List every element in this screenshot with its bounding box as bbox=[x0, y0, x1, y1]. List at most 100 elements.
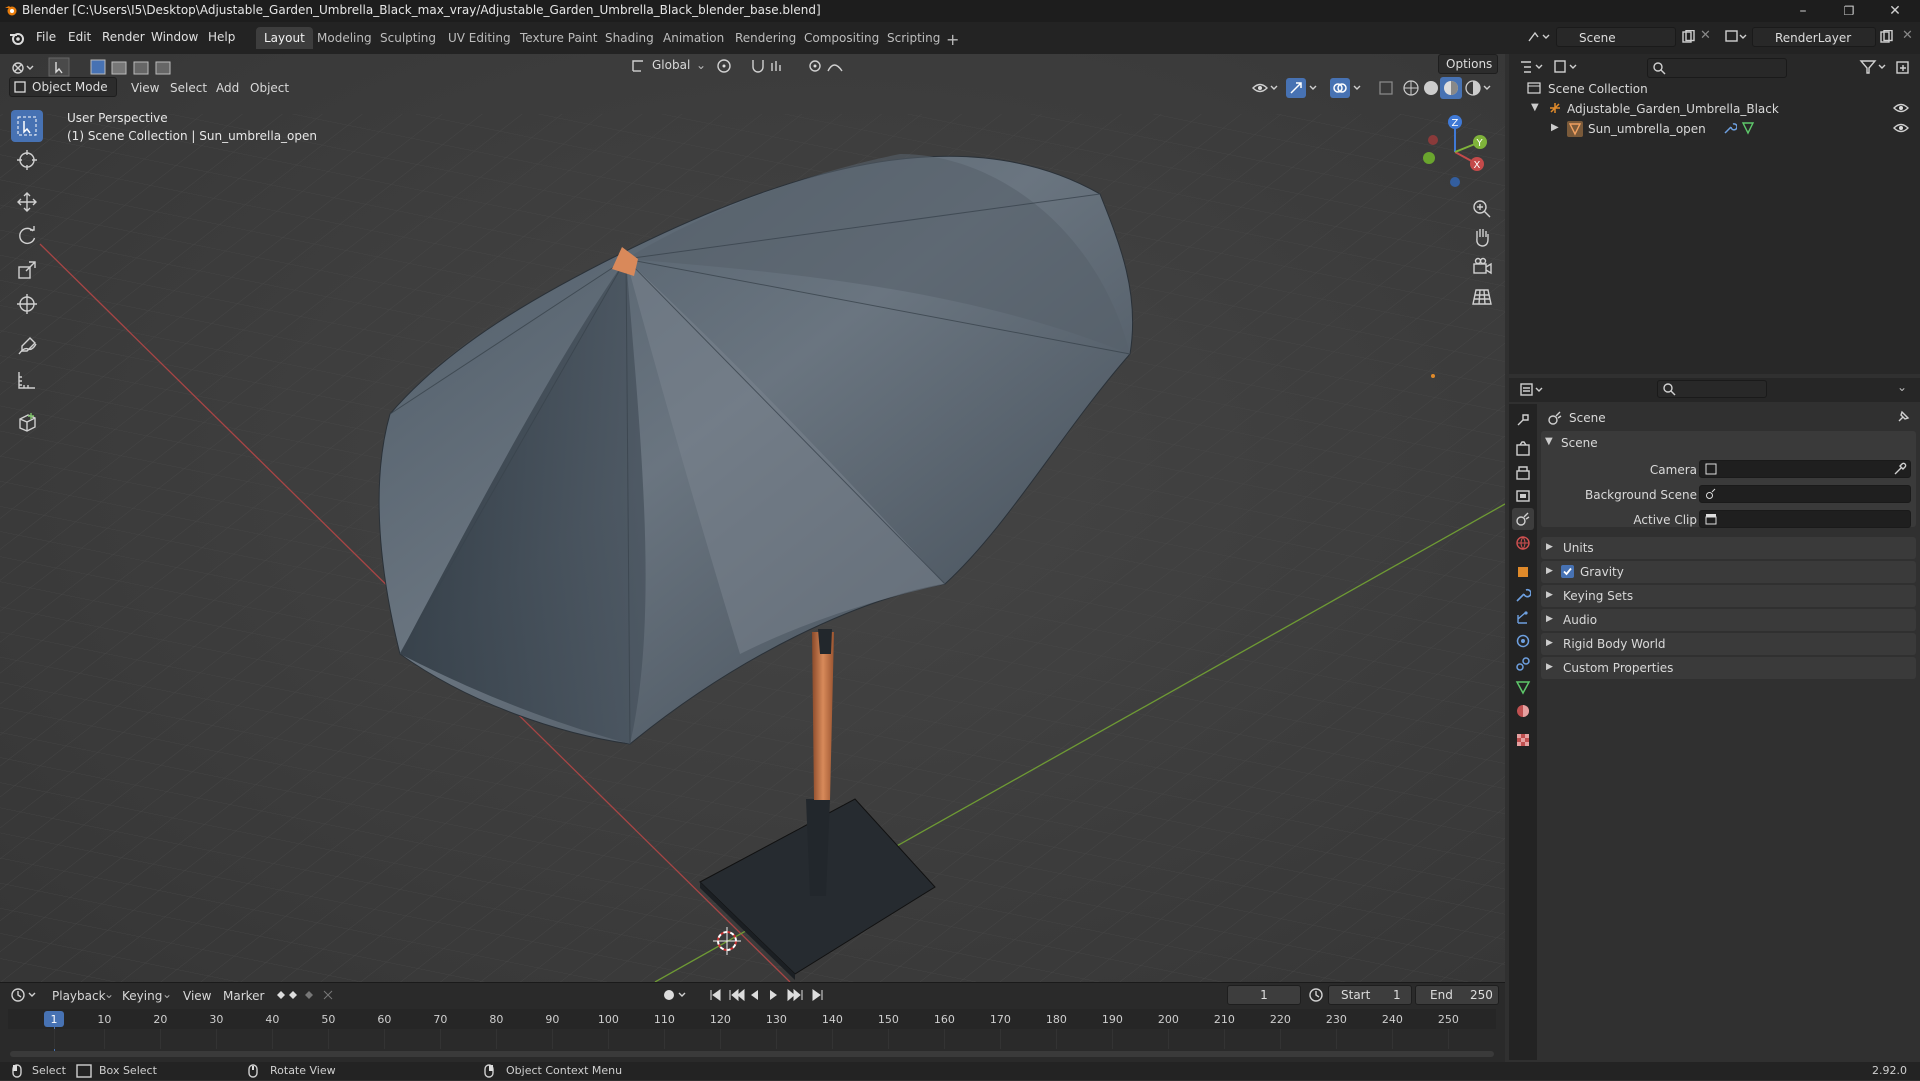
outliner-row-umbrella-collection[interactable]: ▼ Adjustable_Garden_Umbrella_Black bbox=[1527, 99, 1907, 119]
maximize-button[interactable]: ❐ bbox=[1826, 0, 1872, 22]
constraints-tab-icon[interactable] bbox=[1512, 653, 1534, 675]
render-tab-icon[interactable] bbox=[1512, 438, 1534, 460]
overlays-toggle-icon[interactable] bbox=[1330, 78, 1364, 101]
pivot-icon[interactable] bbox=[716, 57, 738, 78]
tab-shading[interactable]: Shading bbox=[597, 27, 662, 49]
new-collection-icon[interactable] bbox=[1895, 59, 1911, 78]
zoom-icon[interactable] bbox=[1471, 198, 1493, 223]
scene-panel-header[interactable]: ▼ Scene bbox=[1541, 431, 1916, 455]
chevron-down-icon[interactable]: ⌄ bbox=[1897, 380, 1907, 394]
shading-material-icon[interactable] bbox=[1440, 77, 1462, 102]
tool-transform[interactable] bbox=[11, 288, 43, 320]
timeline-scrollbar[interactable] bbox=[10, 1051, 1494, 1057]
eye-icon[interactable] bbox=[1893, 121, 1909, 138]
menu-help[interactable]: Help bbox=[202, 28, 241, 46]
expand-arrow-icon[interactable]: ▶ bbox=[1551, 122, 1559, 133]
delete-render-layer-icon[interactable]: ✕ bbox=[1902, 28, 1913, 43]
tool-settings-tab-icon[interactable] bbox=[1512, 409, 1534, 431]
transform-orientation-icon[interactable] bbox=[630, 58, 646, 77]
tab-modeling[interactable]: Modeling bbox=[309, 27, 380, 49]
viewport-menu-view[interactable]: View bbox=[131, 81, 159, 95]
mesh-data-icon[interactable] bbox=[1741, 121, 1755, 138]
units-panel-header[interactable]: ▶ Units bbox=[1541, 537, 1916, 559]
rigid-body-world-panel-header[interactable]: ▶ Rigid Body World bbox=[1541, 633, 1916, 655]
material-tab-icon[interactable] bbox=[1512, 700, 1534, 722]
shading-solid-icon[interactable] bbox=[1422, 79, 1440, 100]
tab-layout[interactable]: Layout bbox=[256, 27, 313, 49]
viewport-scene[interactable] bbox=[0, 54, 1505, 982]
expand-arrow-icon[interactable]: ▼ bbox=[1531, 102, 1539, 113]
outliner-search-input[interactable] bbox=[1647, 58, 1787, 78]
minimize-button[interactable]: – bbox=[1780, 0, 1826, 22]
delete-scene-icon[interactable]: ✕ bbox=[1700, 28, 1711, 43]
shading-rendered-icon[interactable] bbox=[1464, 79, 1494, 100]
camera-view-icon[interactable] bbox=[1471, 256, 1493, 281]
keying-sets-panel-header[interactable]: ▶ Keying Sets bbox=[1541, 585, 1916, 607]
tab-animation[interactable]: Animation bbox=[655, 27, 732, 49]
viewport-menu-add[interactable]: Add bbox=[216, 81, 239, 95]
current-frame-field[interactable]: 1 bbox=[1227, 985, 1301, 1005]
gravity-panel-header[interactable]: ▶ Gravity bbox=[1541, 561, 1916, 583]
options-dropdown[interactable]: Options ⌄ bbox=[1438, 54, 1498, 89]
menu-file[interactable]: File bbox=[30, 28, 62, 46]
background-scene-field[interactable] bbox=[1699, 485, 1911, 503]
particles-tab-icon[interactable] bbox=[1512, 607, 1534, 629]
texture-tab-icon[interactable] bbox=[1512, 729, 1534, 751]
blender-menu-icon[interactable] bbox=[8, 29, 26, 50]
timeline-editor[interactable]: Playback ⌄ Keying ⌄ View Marker 1 Start … bbox=[0, 982, 1505, 1063]
tool-measure[interactable] bbox=[11, 364, 43, 396]
pan-hand-icon[interactable] bbox=[1471, 226, 1493, 251]
close-button[interactable]: ✕ bbox=[1872, 0, 1918, 22]
timeline-menu-keying[interactable]: Keying bbox=[122, 989, 162, 1003]
timeline-menu-marker[interactable]: Marker bbox=[223, 989, 264, 1003]
tab-sculpting[interactable]: Sculpting bbox=[372, 27, 444, 49]
end-frame-field[interactable]: End 250 bbox=[1415, 985, 1499, 1005]
xray-toggle-icon[interactable] bbox=[1378, 80, 1394, 99]
modifier-wrench-icon[interactable] bbox=[1723, 121, 1738, 138]
playback-controls[interactable] bbox=[708, 987, 826, 1006]
tool-move[interactable] bbox=[11, 186, 43, 218]
gizmo-toggle-icon[interactable] bbox=[1286, 78, 1320, 101]
filter-icon[interactable] bbox=[1859, 59, 1889, 78]
navigation-gizmo[interactable]: Z X Y bbox=[1415, 112, 1495, 192]
start-frame-field[interactable]: Start 1 bbox=[1328, 985, 1412, 1005]
timeline-editor-type-icon[interactable] bbox=[10, 987, 38, 1006]
tool-add-cube[interactable] bbox=[11, 406, 43, 438]
world-tab-icon[interactable] bbox=[1512, 532, 1534, 554]
gravity-checkbox[interactable] bbox=[1561, 565, 1574, 578]
properties-editor-type-icon[interactable] bbox=[1519, 382, 1545, 401]
camera-field[interactable] bbox=[1699, 460, 1911, 478]
orientation-dropdown[interactable]: Global bbox=[652, 58, 690, 72]
3d-viewport[interactable]: Global ⌄ Options ⌄ Object Mode View Sele… bbox=[0, 54, 1505, 982]
tab-scripting[interactable]: Scripting bbox=[879, 27, 948, 49]
menu-render[interactable]: Render bbox=[96, 28, 151, 46]
viewport-menu-object[interactable]: Object bbox=[250, 81, 289, 95]
scene-selector[interactable]: Scene bbox=[1556, 27, 1676, 47]
proportional-edit-icon[interactable] bbox=[808, 57, 848, 78]
scene-type-icon[interactable] bbox=[1526, 28, 1550, 49]
render-layer-selector[interactable]: RenderLayer bbox=[1752, 27, 1876, 47]
shading-wireframe-icon[interactable] bbox=[1402, 79, 1420, 100]
tab-texture-paint[interactable]: Texture Paint bbox=[512, 27, 605, 49]
menu-edit[interactable]: Edit bbox=[62, 28, 97, 46]
physics-tab-icon[interactable] bbox=[1512, 630, 1534, 652]
viewport-menu-select[interactable]: Select bbox=[170, 81, 207, 95]
custom-properties-panel-header[interactable]: ▶ Custom Properties bbox=[1541, 657, 1916, 679]
selection-mode-icons[interactable] bbox=[90, 59, 186, 78]
tool-scale[interactable] bbox=[11, 254, 43, 286]
add-workspace-icon[interactable]: + bbox=[946, 30, 959, 49]
tab-compositing[interactable]: Compositing bbox=[796, 27, 887, 49]
data-tab-icon[interactable] bbox=[1512, 676, 1534, 698]
eyedropper-icon[interactable] bbox=[1893, 462, 1907, 479]
new-scene-icon[interactable] bbox=[1681, 29, 1695, 47]
tab-uv-editing[interactable]: UV Editing bbox=[440, 27, 519, 49]
outliner-editor-type-icon[interactable] bbox=[1519, 59, 1545, 78]
visibility-icon[interactable] bbox=[1252, 80, 1278, 99]
snap-icon[interactable] bbox=[750, 57, 790, 78]
object-tab-icon[interactable] bbox=[1512, 561, 1534, 583]
render-layer-icon[interactable] bbox=[1724, 29, 1748, 48]
keyframe-icons[interactable] bbox=[272, 988, 342, 1005]
active-clip-field[interactable] bbox=[1699, 510, 1911, 528]
display-mode-icon[interactable] bbox=[1553, 59, 1579, 78]
perspective-toggle-icon[interactable] bbox=[1471, 286, 1493, 311]
